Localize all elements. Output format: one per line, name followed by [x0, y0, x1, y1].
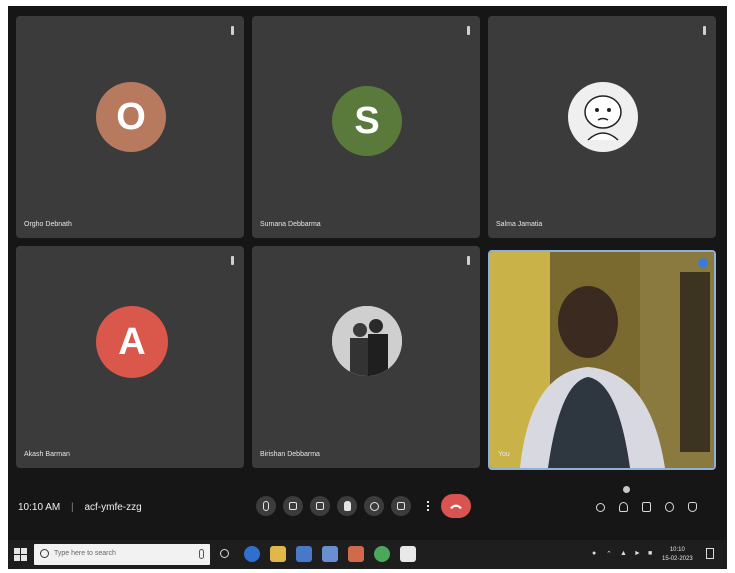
- camera-button[interactable]: [283, 496, 303, 516]
- photo-avatar: [332, 306, 402, 376]
- pin-icon[interactable]: [231, 256, 234, 265]
- meeting-code: acf-ymfe-zzg: [84, 502, 142, 513]
- more-options-button[interactable]: [418, 496, 438, 516]
- meeting-info: 10:10 AM | acf-ymfe-zzg: [18, 502, 142, 513]
- activities-button[interactable]: [663, 500, 675, 514]
- host-controls-icon: [687, 502, 697, 512]
- participant-count-badge: [623, 486, 630, 493]
- avatar: O: [96, 82, 166, 152]
- clock-date: 15-02-2023: [662, 556, 693, 562]
- participant-name: Sumana Debbarma: [260, 221, 321, 228]
- taskbar-clock[interactable]: 10:10 15-02-2023: [662, 546, 693, 564]
- mail-icon[interactable]: [322, 546, 338, 562]
- participant-tile-2[interactable]: S Sumana Debbarma: [252, 16, 480, 238]
- document-app-icon[interactable]: [400, 546, 416, 562]
- participant-name: Akash Barman: [24, 451, 70, 458]
- participant-name: Birishan Debbarma: [260, 451, 320, 458]
- language-icon[interactable]: ■: [648, 550, 652, 557]
- camera-icon: [289, 502, 297, 510]
- captions-button[interactable]: [310, 496, 330, 516]
- mic-icon[interactable]: [199, 549, 204, 559]
- mic-button[interactable]: [256, 496, 276, 516]
- emoji-button[interactable]: [364, 496, 384, 516]
- people-button[interactable]: [617, 500, 629, 514]
- avatar-initial: O: [116, 95, 146, 138]
- self-video-feed: [490, 252, 714, 468]
- windows-taskbar: Type here to search ● ⌃ ▲ ► ■ 10:10 15-0…: [8, 540, 727, 569]
- store-icon[interactable]: [296, 546, 312, 562]
- file-explorer-icon[interactable]: [270, 546, 286, 562]
- host-controls-button[interactable]: [686, 500, 698, 514]
- meeting-toolbar: 10:10 AM | acf-ymfe-zzg: [8, 478, 727, 540]
- show-hidden-icons-icon[interactable]: ⌃: [606, 550, 612, 558]
- pin-icon[interactable]: [703, 26, 706, 35]
- self-video-tile[interactable]: You: [488, 250, 716, 470]
- participant-name: Salma Jamatia: [496, 221, 543, 228]
- taskbar-search-input[interactable]: Type here to search: [34, 544, 210, 565]
- meet-window: O Orgho Debnath S Sumana Debbarma Salma …: [8, 6, 727, 569]
- participant-tile-4[interactable]: A Akash Barman: [16, 246, 244, 468]
- cartoon-avatar-icon: [568, 82, 638, 152]
- participant-tile-5[interactable]: Birishan Debbarma: [252, 246, 480, 468]
- raise-hand-button[interactable]: [337, 496, 357, 516]
- participant-tile-3[interactable]: Salma Jamatia: [488, 16, 716, 238]
- start-button[interactable]: [14, 548, 27, 561]
- avatar: A: [96, 306, 168, 378]
- clock-time: 10:10: [669, 547, 685, 553]
- pin-icon[interactable]: [231, 26, 234, 35]
- mic-icon: [263, 501, 269, 511]
- chrome-browser-icon[interactable]: [374, 546, 390, 562]
- more-options-icon: [427, 501, 429, 511]
- volume-icon[interactable]: ►: [634, 550, 641, 557]
- participant-name: Orgho Debnath: [24, 221, 72, 228]
- task-view-icon[interactable]: [220, 549, 229, 558]
- meeting-info-button[interactable]: [594, 500, 606, 514]
- speaking-indicator-icon: [698, 258, 708, 268]
- end-call-icon: [450, 504, 462, 509]
- raise-hand-icon: [343, 501, 351, 511]
- participant-name: You: [498, 451, 510, 458]
- windows-logo-icon: [14, 548, 20, 554]
- leave-call-button[interactable]: [441, 494, 471, 518]
- present-button[interactable]: [391, 496, 411, 516]
- info-icon: [595, 502, 605, 512]
- emoji-icon: [369, 501, 379, 511]
- pin-icon[interactable]: [467, 256, 470, 265]
- activities-icon: [664, 502, 674, 512]
- person-icon[interactable]: ●: [592, 550, 596, 557]
- present-icon: [397, 502, 405, 510]
- chat-icon: [641, 502, 651, 512]
- app-icon[interactable]: [348, 546, 364, 562]
- notifications-icon[interactable]: [706, 548, 714, 559]
- search-placeholder: Type here to search: [54, 550, 116, 557]
- edge-browser-icon[interactable]: [244, 546, 260, 562]
- participant-tile-1[interactable]: O Orgho Debnath: [16, 16, 244, 238]
- network-icon[interactable]: ▲: [620, 550, 627, 557]
- avatar-initial: A: [118, 320, 146, 363]
- pin-icon[interactable]: [467, 26, 470, 35]
- chat-button[interactable]: [640, 500, 652, 514]
- avatar-initial: S: [354, 99, 380, 142]
- people-icon: [618, 502, 628, 512]
- avatar: S: [332, 86, 402, 156]
- meeting-time: 10:10 AM: [18, 502, 61, 513]
- cortana-icon: [40, 549, 49, 558]
- captions-icon: [316, 502, 324, 510]
